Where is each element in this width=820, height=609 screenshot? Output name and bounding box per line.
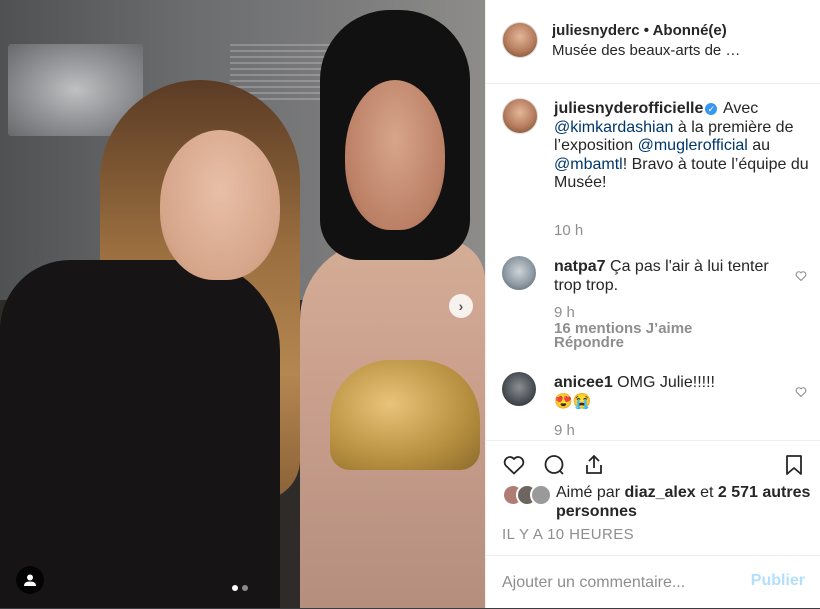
- liker-username[interactable]: diaz_alex: [624, 484, 695, 501]
- likes-mid: et: [700, 484, 714, 501]
- heart-icon: [503, 456, 525, 475]
- header-username-row: juliesnyderc • Abonné(e): [552, 22, 812, 39]
- user-icon: [24, 574, 36, 586]
- comment-text: anicee1 OMG Julie!!!!! 😍😭: [554, 374, 784, 411]
- comment-text: natpa7 Ça pas l'air à lui tenter trop tr…: [554, 258, 784, 295]
- avatar[interactable]: [502, 372, 536, 406]
- avatar[interactable]: [502, 98, 538, 134]
- tagged-users-button[interactable]: [16, 566, 44, 594]
- carousel-next-button[interactable]: ›: [449, 294, 473, 318]
- caption-time[interactable]: 10 h: [554, 222, 583, 239]
- comment-button[interactable]: [540, 451, 568, 479]
- save-button[interactable]: [780, 451, 808, 479]
- bookmark-icon: [786, 455, 802, 475]
- header-username[interactable]: juliesnyderc: [552, 22, 640, 39]
- action-bar: [486, 440, 820, 489]
- avatar[interactable]: [502, 22, 538, 58]
- comment-emojis: 😍😭: [554, 392, 592, 410]
- carousel-dot: [242, 585, 248, 591]
- comment-time[interactable]: 9 h: [554, 422, 575, 439]
- carousel-dot-active: [232, 585, 238, 591]
- comment-input[interactable]: [502, 572, 732, 594]
- caption-text: au: [752, 137, 771, 154]
- mention-link[interactable]: @kimkardashian: [554, 119, 673, 136]
- gold-bodice: [330, 360, 480, 470]
- comment-bubble-icon: [544, 455, 564, 475]
- comment-time[interactable]: 9 h: [554, 304, 575, 321]
- post-timestamp[interactable]: IL Y A 10 HEURES: [502, 526, 634, 543]
- caption-text: Avec: [722, 100, 759, 117]
- heart-icon[interactable]: [795, 386, 807, 398]
- follow-status[interactable]: • Abonné(e): [644, 22, 727, 39]
- likes-text: Aimé par diaz_alex et 2 571 autres perso…: [556, 484, 816, 521]
- share-button[interactable]: [580, 451, 608, 479]
- verified-badge-icon: ✓: [705, 103, 718, 115]
- mention-link[interactable]: @muglerofficial: [638, 137, 748, 154]
- location-link[interactable]: Musée des beaux-arts de …: [552, 42, 812, 59]
- post-photo[interactable]: ›: [0, 0, 485, 608]
- like-button[interactable]: [500, 451, 528, 479]
- post-side-panel: juliesnyderc • Abonné(e) Musée des beaux…: [485, 0, 820, 608]
- post-caption: juliesnyderofficielle ✓ Avec @kimkardashi…: [554, 100, 809, 193]
- caption-username[interactable]: juliesnyderofficielle: [554, 100, 703, 117]
- comments-list[interactable]: juliesnyderofficielle ✓ Avec @kimkardashi…: [486, 84, 820, 440]
- heart-icon[interactable]: [795, 270, 807, 282]
- person-right-face: [345, 80, 445, 230]
- publish-button[interactable]: Publier: [751, 572, 805, 590]
- comment-body: OMG Julie!!!!!: [617, 374, 715, 391]
- add-comment-section: Publier: [486, 555, 820, 609]
- person-left-face: [160, 130, 280, 280]
- likes-prefix: Aimé par: [556, 484, 621, 501]
- avatar[interactable]: [502, 256, 536, 290]
- mention-link[interactable]: @mbamtl: [554, 156, 623, 173]
- comment-username[interactable]: natpa7: [554, 258, 606, 275]
- comment-username[interactable]: anicee1: [554, 374, 613, 391]
- person-left-body: [0, 260, 280, 608]
- share-icon: [586, 454, 602, 474]
- carousel-dots: [232, 585, 248, 591]
- chevron-right-icon: ›: [458, 298, 464, 314]
- avatar[interactable]: [530, 484, 552, 506]
- reply-button[interactable]: Répondre: [554, 334, 624, 351]
- post-header: juliesnyderc • Abonné(e) Musée des beaux…: [486, 0, 820, 84]
